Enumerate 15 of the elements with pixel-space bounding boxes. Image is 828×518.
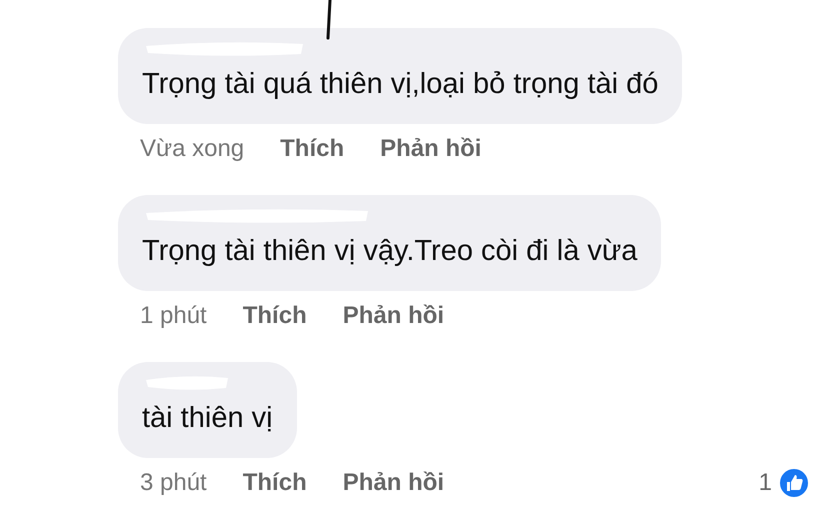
reply-link[interactable]: Phản hồi (342, 469, 444, 497)
reply-link[interactable]: Phản hồi (380, 135, 482, 163)
comment-time: 3 phút (140, 469, 207, 497)
comment-text: Trọng tài quá thiên vị,loại bỏ trọng tài đó (142, 67, 658, 102)
pen-stroke (325, 0, 333, 40)
like-link[interactable]: Thích (242, 469, 307, 497)
comment-text: Trọng tài thiên vị vậy.Treo còi đi là vừa (142, 234, 638, 269)
like-link[interactable]: Thích (242, 302, 307, 330)
like-link[interactable]: Thích (280, 135, 344, 163)
reaction-count: 1 (758, 469, 772, 497)
comment-time: 1 phút (140, 302, 207, 330)
comment-text: tài thiên vị (142, 401, 273, 436)
like-icon[interactable] (778, 467, 810, 499)
reply-link[interactable]: Phản hồi (342, 302, 444, 330)
comment-time: Vừa xong (140, 135, 244, 163)
